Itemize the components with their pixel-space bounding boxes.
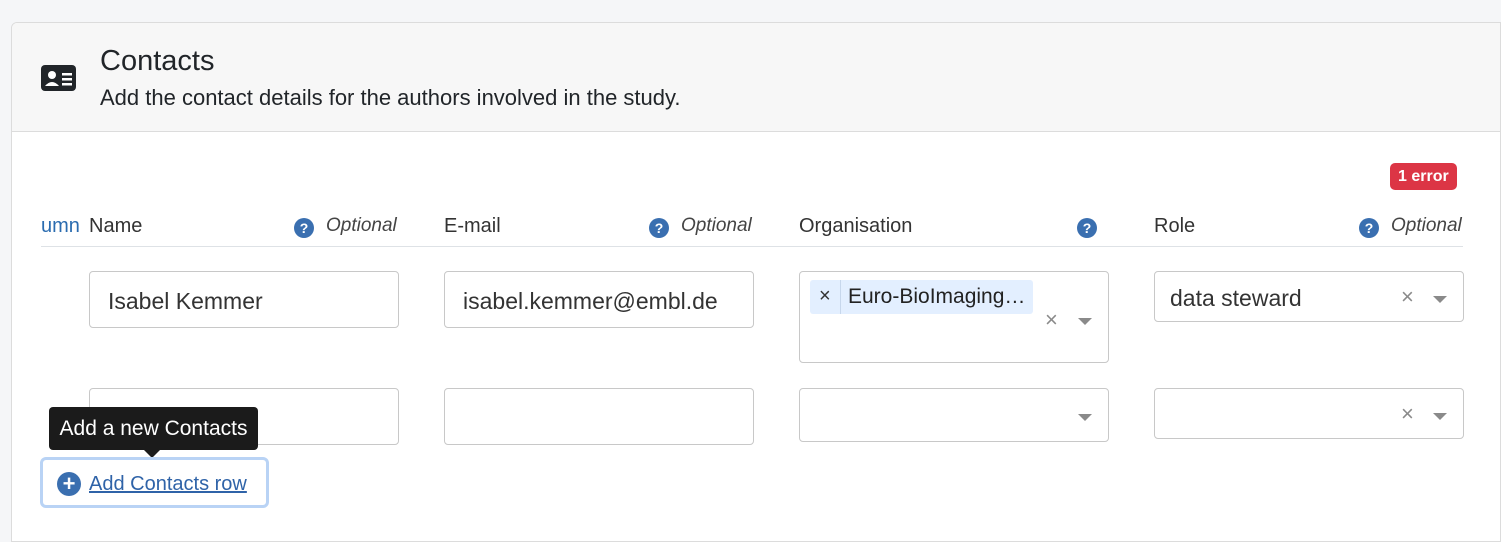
- help-icon[interactable]: ?: [1359, 218, 1379, 238]
- email-input[interactable]: [444, 388, 754, 445]
- column-label: Organisation: [799, 215, 913, 237]
- column-header-name: Name ? Optional: [89, 213, 399, 243]
- section-subtitle: Add the contact details for the authors …: [100, 85, 681, 110]
- chevron-down-icon[interactable]: [1078, 414, 1092, 421]
- chevron-down-icon[interactable]: [1433, 296, 1447, 303]
- organisation-multiselect[interactable]: [799, 388, 1109, 442]
- help-icon[interactable]: ?: [294, 218, 314, 238]
- chevron-down-icon[interactable]: [1433, 413, 1447, 420]
- clear-icon[interactable]: ×: [1401, 284, 1414, 310]
- optional-label: Optional: [326, 215, 397, 236]
- add-contacts-row-button[interactable]: + Add Contacts row: [40, 457, 269, 508]
- add-row-label: Add Contacts row: [89, 473, 247, 495]
- role-select[interactable]: data steward ×: [1154, 271, 1464, 322]
- column-header-organisation: Organisation ?: [799, 213, 1109, 243]
- clear-icon[interactable]: ×: [1401, 401, 1414, 427]
- organisation-multiselect[interactable]: × Euro-BioImaging… ×: [799, 271, 1109, 363]
- clear-icon[interactable]: ×: [1045, 307, 1058, 333]
- column-label: E-mail: [444, 215, 501, 237]
- contacts-card: Contacts Add the contact details for the…: [11, 22, 1501, 542]
- plus-circle-icon: +: [57, 472, 81, 496]
- column-header-email: E-mail ? Optional: [444, 213, 754, 243]
- optional-label: Optional: [1391, 215, 1462, 236]
- truncated-column-header: umn: [41, 215, 80, 237]
- section-title: Contacts: [100, 45, 215, 77]
- optional-label: Optional: [681, 215, 752, 236]
- column-label: Role: [1154, 215, 1196, 237]
- column-label: Name: [89, 215, 143, 237]
- organisation-tag: × Euro-BioImaging…: [810, 280, 1033, 314]
- card-header: Contacts Add the contact details for the…: [12, 23, 1500, 132]
- tag-separator: [840, 280, 841, 314]
- column-header-role: Role ? Optional: [1154, 213, 1464, 243]
- error-badge: 1 error: [1390, 163, 1457, 190]
- help-icon[interactable]: ?: [649, 218, 669, 238]
- header-divider: [41, 246, 1463, 247]
- role-select[interactable]: ×: [1154, 388, 1464, 439]
- tag-label: Euro-BioImaging…: [848, 285, 1026, 308]
- tooltip: Add a new Contacts: [49, 407, 258, 450]
- role-value: data steward: [1170, 285, 1302, 311]
- tag-remove-icon[interactable]: ×: [819, 285, 831, 308]
- email-value: isabel.kemmer@embl.de: [463, 288, 718, 314]
- contact-card-icon: [41, 65, 76, 91]
- chevron-down-icon[interactable]: [1078, 318, 1092, 325]
- help-icon[interactable]: ?: [1077, 218, 1097, 238]
- name-value: Isabel Kemmer: [108, 288, 263, 314]
- name-input[interactable]: Isabel Kemmer: [89, 271, 399, 328]
- email-input[interactable]: isabel.kemmer@embl.de: [444, 271, 754, 328]
